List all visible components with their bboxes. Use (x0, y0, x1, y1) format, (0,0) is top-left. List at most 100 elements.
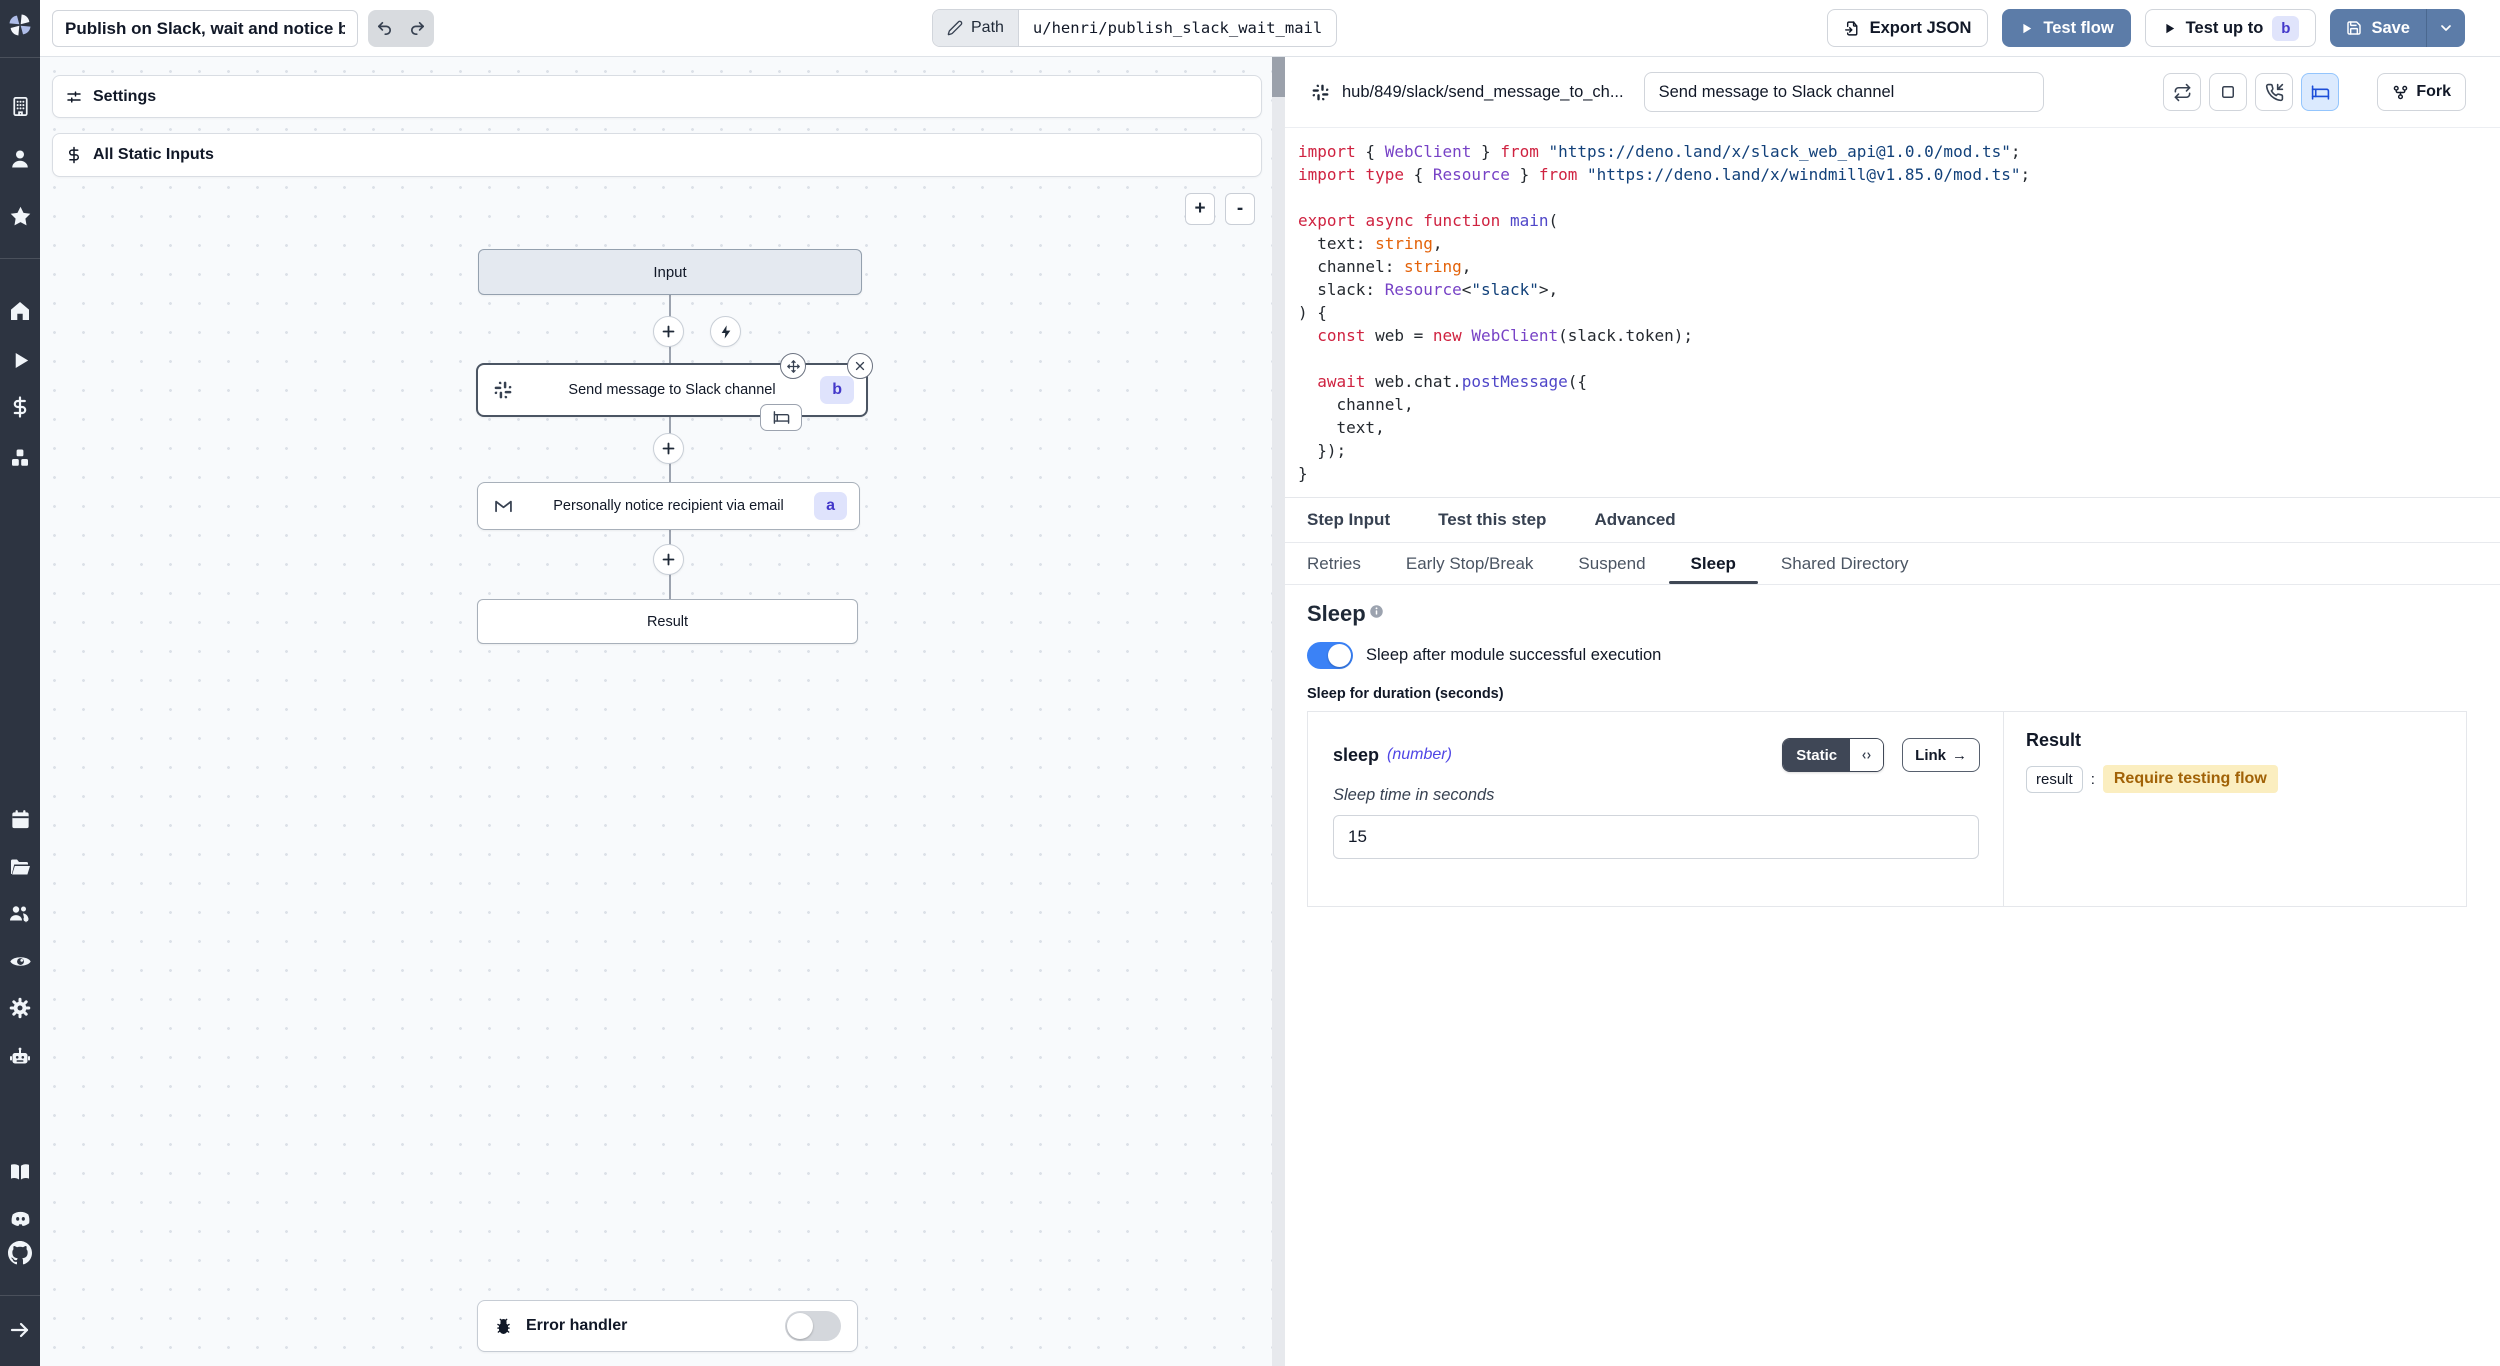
node-badge: b (820, 376, 854, 404)
sidebar-users-gear-icon[interactable] (0, 902, 40, 926)
link-button[interactable]: Link → (1902, 738, 1980, 772)
windmill-logo[interactable] (0, 11, 40, 39)
sleep-indicator (760, 404, 802, 431)
advanced-subtabs: Retries Early Stop/Break Suspend Sleep Share… (1285, 543, 2500, 585)
flow-settings-button[interactable]: Settings (52, 75, 1262, 118)
static-option[interactable]: Static (1783, 739, 1850, 771)
panel-splitter[interactable] (1272, 57, 1285, 1366)
subtab-shared-directory[interactable]: Shared Directory (1781, 543, 1909, 584)
zoom-in-button[interactable]: + (1185, 193, 1215, 225)
git-fork-icon (2392, 84, 2409, 101)
tab-step-input[interactable]: Step Input (1307, 510, 1390, 530)
move-icon (786, 359, 801, 374)
play-icon (2019, 21, 2034, 36)
add-step-button[interactable] (653, 316, 684, 347)
error-handler-toggle[interactable] (785, 1311, 841, 1341)
step-detail-panel: hub/849/slack/send_message_to_ch... (1285, 57, 2500, 1366)
sleep-toggle[interactable] (1307, 642, 1353, 669)
plus-icon (660, 440, 677, 457)
path-value[interactable]: u/henri/publish_slack_wait_mail (1019, 10, 1336, 46)
add-step-button[interactable] (653, 433, 684, 464)
sidebar-discord-icon[interactable] (0, 1206, 40, 1231)
pencil-icon (947, 20, 963, 36)
sidebar-boxes-icon[interactable] (0, 446, 40, 470)
path-field[interactable]: Path u/henri/publish_slack_wait_mail (932, 9, 1337, 47)
subtab-sleep[interactable]: Sleep (1691, 543, 1736, 584)
info-icon (1369, 604, 1384, 619)
tab-advanced[interactable]: Advanced (1594, 510, 1675, 530)
sidebar-folder-icon[interactable] (0, 855, 40, 879)
sleep-icon-button[interactable] (2301, 73, 2339, 111)
field-name: sleep (1333, 745, 1379, 766)
retries-icon-button[interactable] (2163, 73, 2201, 111)
bed-icon (2311, 83, 2330, 102)
sidebar-robot-icon[interactable] (0, 1045, 40, 1069)
gmail-icon (493, 496, 514, 517)
subtab-early-stop-break[interactable]: Early Stop/Break (1406, 543, 1534, 584)
test-flow-button[interactable]: Test flow (2002, 9, 2130, 47)
save-split-button: Save (2330, 9, 2465, 47)
early-stop-icon-button[interactable] (2209, 73, 2247, 111)
suspend-icon-button[interactable] (2255, 73, 2293, 111)
plus-icon (660, 551, 677, 568)
save-dropdown-button[interactable] (2426, 9, 2465, 47)
step-header: hub/849/slack/send_message_to_ch... (1285, 57, 2500, 128)
redo-button[interactable] (409, 20, 426, 37)
sidebar-home-icon[interactable] (0, 299, 40, 323)
code-option[interactable] (1850, 739, 1883, 771)
tab-test-this-step[interactable]: Test this step (1438, 510, 1546, 530)
sidebar-building-icon[interactable] (0, 95, 40, 118)
slack-icon (493, 380, 513, 400)
static-code-toggle: Static (1782, 738, 1884, 772)
code-editor[interactable]: import { WebClient } from "https://deno.… (1285, 128, 2500, 498)
sidebar-star-icon[interactable] (0, 204, 40, 229)
step-name-input[interactable] (1644, 72, 2044, 112)
sleep-config-box: sleep (number) Static Link → (1307, 711, 2467, 907)
test-up-to-button[interactable]: Test up to b (2145, 9, 2317, 47)
flow-node-slack[interactable]: Send message to Slack channel b (476, 363, 868, 417)
undo-redo-group (368, 10, 434, 47)
all-static-inputs-button[interactable]: All Static Inputs (52, 133, 1262, 177)
flow-title-input[interactable] (52, 10, 358, 47)
sidebar-book-icon[interactable] (0, 1160, 40, 1184)
sleep-section: Sleep Sleep after module successful exec… (1285, 585, 2500, 1366)
move-node-button[interactable] (780, 353, 806, 379)
sidebar-github-icon[interactable] (0, 1241, 40, 1265)
topbar: Path u/henri/publish_slack_wait_mail Exp… (40, 0, 2500, 57)
hub-script-path: hub/849/slack/send_message_to_ch... (1342, 83, 1624, 102)
fork-button[interactable]: Fork (2377, 73, 2466, 111)
add-trigger-button[interactable] (710, 316, 741, 347)
export-json-button[interactable]: Export JSON (1827, 9, 1989, 47)
field-description: Sleep time in seconds (1333, 786, 1980, 805)
file-export-icon (1844, 20, 1861, 37)
save-button[interactable]: Save (2330, 9, 2426, 47)
delete-node-button[interactable] (847, 353, 873, 379)
undo-button[interactable] (376, 20, 393, 37)
sidebar-dollar-icon[interactable] (0, 395, 40, 419)
subtab-retries[interactable]: Retries (1307, 543, 1361, 584)
sliders-icon (65, 88, 83, 106)
sidebar-play-icon[interactable] (0, 349, 40, 372)
result-heading: Result (2026, 730, 2446, 751)
repeat-icon (2173, 83, 2192, 102)
sidebar-calendar-icon[interactable] (0, 808, 40, 831)
flow-node-input[interactable]: Input (478, 249, 862, 295)
sleep-value-input[interactable] (1333, 815, 1979, 859)
zoom-out-button[interactable]: - (1225, 193, 1255, 225)
sidebar-gear-icon[interactable] (0, 996, 40, 1020)
square-icon (2219, 83, 2237, 101)
sidebar (0, 0, 40, 1366)
sleep-duration-label: Sleep for duration (seconds) (1307, 686, 2482, 702)
error-handler[interactable]: Error handler (477, 1300, 858, 1352)
node-badge: a (814, 492, 847, 520)
save-icon (2346, 20, 2362, 36)
add-step-button[interactable] (653, 544, 684, 575)
subtab-suspend[interactable]: Suspend (1578, 543, 1645, 584)
sidebar-user-icon[interactable] (0, 147, 40, 171)
sidebar-eye-icon[interactable] (0, 949, 40, 974)
flow-node-email[interactable]: Personally notice recipient via email a (477, 482, 860, 530)
flow-node-result[interactable]: Result (477, 599, 858, 644)
play-icon (2162, 21, 2177, 36)
test-up-to-badge: b (2272, 16, 2299, 41)
sidebar-arrow-right-icon[interactable] (0, 1318, 40, 1342)
